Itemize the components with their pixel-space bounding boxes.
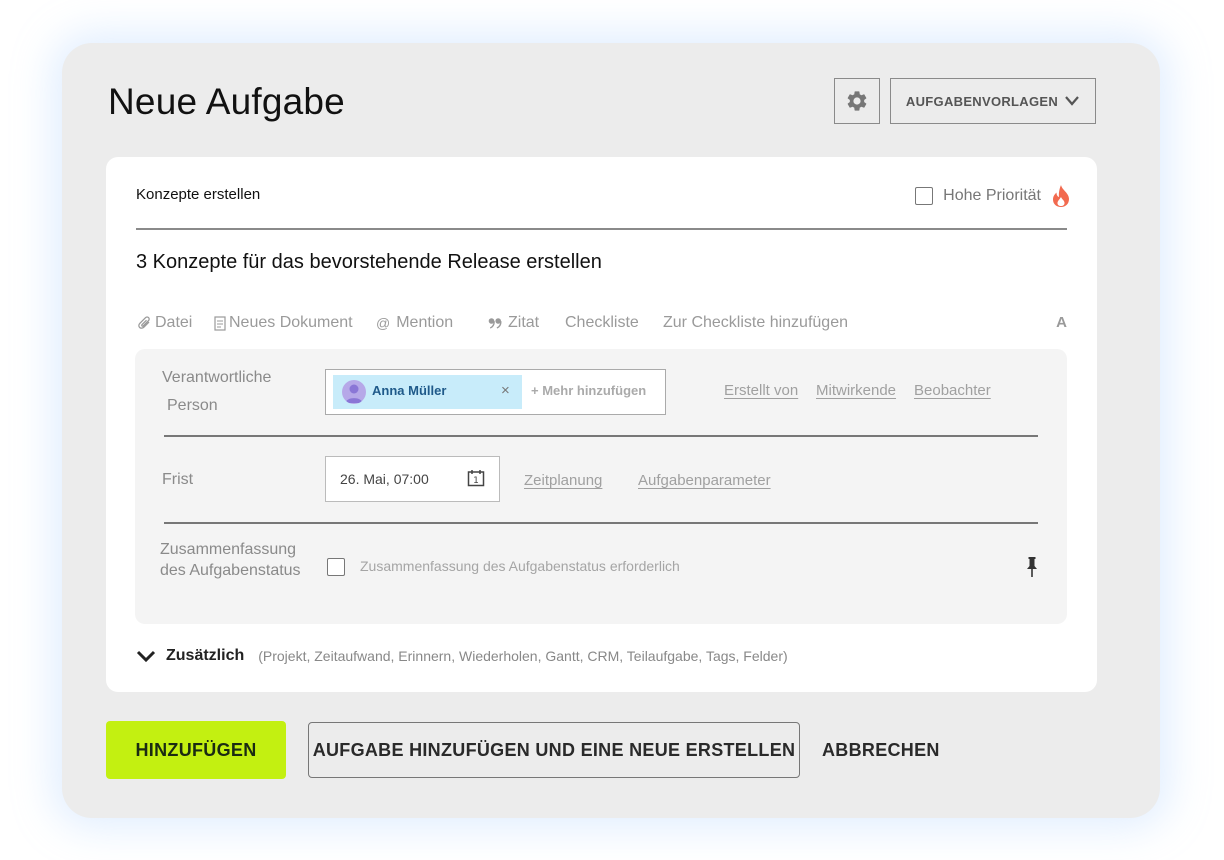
toolbar-quote-button[interactable]: Zitat bbox=[488, 314, 539, 332]
add-more-assignees-button[interactable]: + Mehr hinzufügen bbox=[531, 383, 646, 398]
toolbar-add-to-checklist-button[interactable]: Zur Checkliste hinzufügen bbox=[663, 314, 848, 332]
high-priority-toggle[interactable]: Hohe Priorität bbox=[915, 184, 1071, 208]
task-description-editor[interactable]: 3 Konzepte für das bevorstehende Release… bbox=[136, 251, 602, 274]
toolbar-mention-label: Mention bbox=[396, 314, 454, 331]
pin-icon[interactable] bbox=[1026, 556, 1038, 578]
avatar bbox=[342, 380, 366, 404]
assignee-chip[interactable]: Anna Müller × bbox=[333, 375, 522, 409]
toolbar-checklist-label: Checkliste bbox=[565, 314, 639, 331]
task-details-panel: Verantwortliche Person Anna Müller × + M… bbox=[135, 349, 1067, 624]
title-divider bbox=[136, 228, 1067, 230]
toolbar-file-label: Datei bbox=[155, 314, 193, 331]
scheduling-link[interactable]: Zeitplanung bbox=[524, 472, 602, 489]
contributors-link[interactable]: Mitwirkende bbox=[816, 382, 896, 399]
status-summary-label: Zusammenfassung des Aufgabenstatus bbox=[160, 539, 301, 581]
toolbar-new-document-label: Neues Dokument bbox=[229, 314, 353, 331]
text-format-button[interactable]: A bbox=[1056, 314, 1067, 331]
task-title-input[interactable]: Konzepte erstellen bbox=[136, 186, 260, 203]
toolbar-mention-button[interactable]: @ Mention bbox=[376, 314, 453, 332]
created-by-link[interactable]: Erstellt von bbox=[724, 382, 798, 399]
chevron-down-icon bbox=[136, 650, 156, 663]
page-title: Neue Aufgabe bbox=[108, 81, 345, 122]
observers-link[interactable]: Beobachter bbox=[914, 382, 991, 399]
gear-icon bbox=[847, 91, 867, 111]
document-icon bbox=[214, 315, 226, 331]
calendar-icon[interactable]: 1 bbox=[467, 469, 485, 487]
status-summary-checkbox[interactable] bbox=[327, 558, 345, 576]
responsible-label-line1: Verantwortliche bbox=[162, 369, 272, 386]
svg-text:1: 1 bbox=[473, 476, 479, 486]
status-summary-checkbox-label: Zusammenfassung des Aufgabenstatus erfor… bbox=[360, 558, 680, 574]
task-form-card: Konzepte erstellen Hohe Priorität 3 Konz… bbox=[106, 157, 1097, 692]
toolbar-checklist-button[interactable]: Checkliste bbox=[565, 314, 639, 332]
toolbar-new-document-button[interactable]: Neues Dokument bbox=[214, 314, 353, 332]
fire-icon bbox=[1053, 185, 1069, 207]
deadline-label: Frist bbox=[162, 471, 194, 488]
additional-options-toggle[interactable]: Zusätzlich (Projekt, Zeitaufwand, Erinne… bbox=[136, 647, 788, 665]
new-task-dialog: Neue Aufgabe AUFGABENVORLAGEN Konzepte e… bbox=[62, 43, 1160, 818]
additional-options-list: (Projekt, Zeitaufwand, Erinnern, Wiederh… bbox=[258, 648, 788, 664]
responsible-label: Verantwortliche Person bbox=[162, 364, 271, 420]
chevron-down-icon bbox=[1065, 96, 1079, 106]
assignee-name: Anna Müller bbox=[372, 383, 447, 398]
deadline-date-picker[interactable]: 26. Mai, 07:00 1 bbox=[325, 456, 500, 502]
toolbar-add-to-checklist-label: Zur Checkliste hinzufügen bbox=[663, 314, 848, 331]
status-summary-label-line2: des Aufgabenstatus bbox=[160, 562, 301, 579]
remove-assignee-button[interactable]: × bbox=[501, 382, 510, 399]
editor-toolbar: Datei Neues Dokument @ Mention Zitat Che… bbox=[138, 314, 1067, 336]
additional-options-label: Zusätzlich bbox=[166, 647, 245, 664]
high-priority-label: Hohe Priorität bbox=[943, 187, 1041, 204]
high-priority-checkbox[interactable] bbox=[915, 187, 934, 205]
toolbar-file-button[interactable]: Datei bbox=[138, 314, 192, 332]
settings-button[interactable] bbox=[834, 78, 880, 124]
deadline-value: 26. Mai, 07:00 bbox=[340, 471, 429, 487]
status-summary-label-line1: Zusammenfassung bbox=[160, 541, 297, 558]
row-divider bbox=[164, 522, 1038, 524]
quote-icon bbox=[488, 318, 502, 329]
at-icon: @ bbox=[376, 315, 391, 331]
task-parameters-link[interactable]: Aufgabenparameter bbox=[638, 472, 771, 489]
paperclip-icon bbox=[138, 316, 150, 329]
add-button[interactable]: HINZUFÜGEN bbox=[106, 721, 286, 779]
toolbar-quote-label: Zitat bbox=[508, 314, 540, 331]
add-and-create-new-button[interactable]: AUFGABE HINZUFÜGEN UND EINE NEUE ERSTELL… bbox=[308, 722, 800, 778]
responsible-label-line2: Person bbox=[167, 397, 218, 414]
user-icon bbox=[345, 384, 363, 403]
task-templates-dropdown[interactable]: AUFGABENVORLAGEN bbox=[890, 78, 1096, 124]
task-templates-label: AUFGABENVORLAGEN bbox=[905, 93, 1059, 109]
row-divider bbox=[164, 435, 1038, 437]
responsible-person-field[interactable]: Anna Müller × + Mehr hinzufügen bbox=[325, 369, 666, 415]
cancel-button[interactable]: ABBRECHEN bbox=[822, 722, 940, 778]
